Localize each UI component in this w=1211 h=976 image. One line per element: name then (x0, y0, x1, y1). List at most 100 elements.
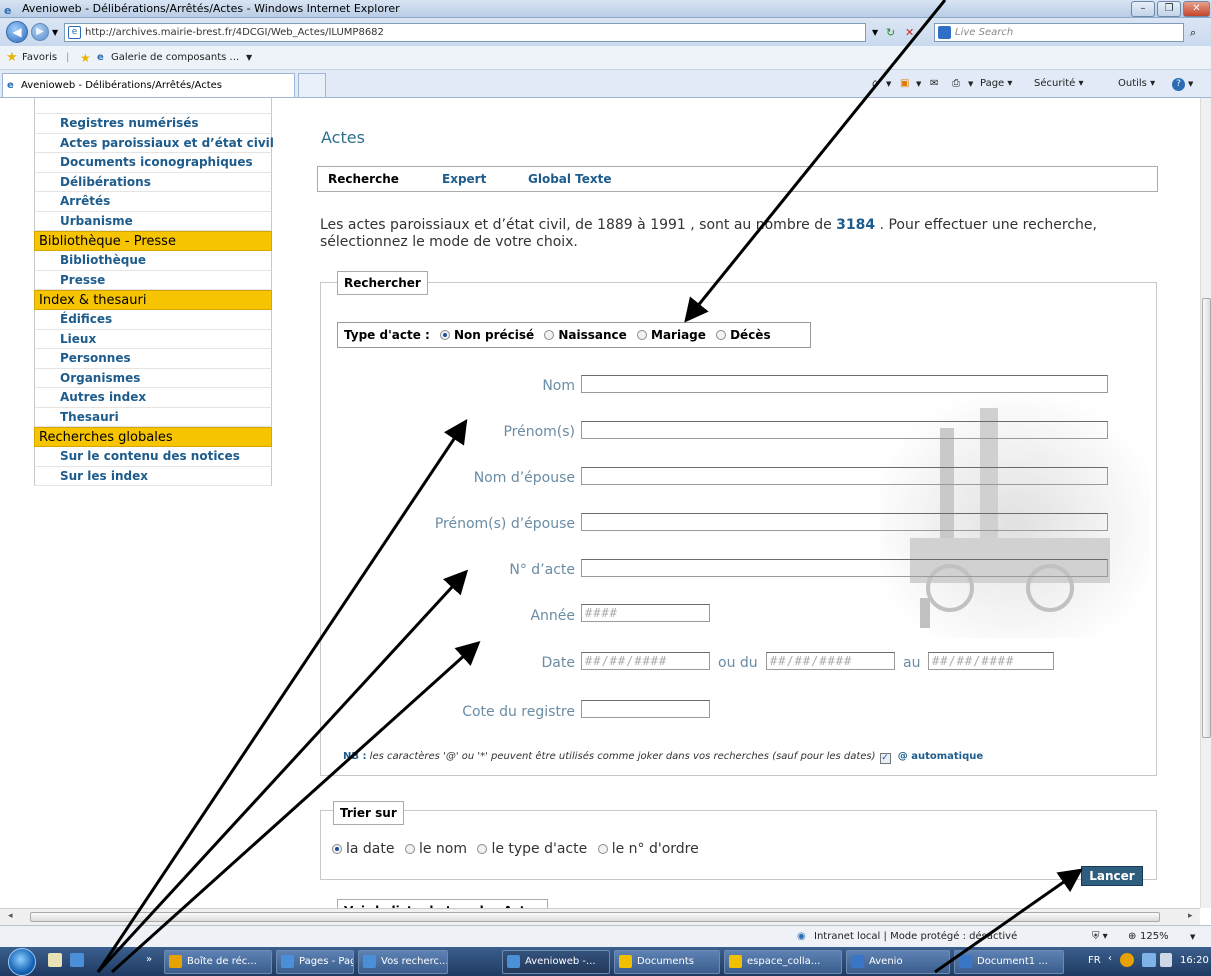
sort-nom-label[interactable]: le nom (419, 841, 467, 857)
close-button[interactable]: ✕ (1183, 1, 1210, 17)
page-menu[interactable]: Page ▾ (980, 70, 1012, 98)
nom-epouse-input[interactable] (581, 467, 1108, 485)
auto-label[interactable]: @ automatique (898, 751, 983, 762)
sidebar-item-index-5[interactable]: Thesauri (34, 407, 272, 427)
start-button[interactable] (8, 948, 36, 976)
minimize-button[interactable]: – (1131, 1, 1155, 17)
tray-messenger-icon[interactable] (1120, 953, 1134, 967)
feeds-icon[interactable]: ▣ (900, 70, 909, 98)
sidebar-item-index-4[interactable]: Autres index (34, 388, 272, 408)
radio-naissance-label[interactable]: Naissance (558, 328, 626, 342)
maximize-button[interactable]: ❐ (1157, 1, 1181, 17)
sidebar-item-index-3[interactable]: Organismes (34, 368, 272, 388)
taskbar-task-5[interactable]: espace_colla... (724, 950, 842, 974)
forward-button[interactable]: ▶ (31, 23, 49, 41)
annee-input[interactable]: #### (581, 604, 710, 622)
lancer-button[interactable]: Lancer (1081, 866, 1143, 886)
gallery-dropdown-icon[interactable]: ▼ (246, 46, 252, 70)
tools-menu[interactable]: Outils ▾ (1118, 70, 1155, 98)
sidebar-item-global-0[interactable]: Sur le contenu des notices (34, 447, 272, 467)
tab-recherche[interactable]: Recherche (328, 167, 399, 191)
refresh-icon[interactable]: ↻ (886, 24, 895, 41)
sidebar-item-cut[interactable] (34, 98, 272, 114)
sidebar-item-0[interactable]: Registres numérisés (34, 114, 272, 134)
radio-deces-label[interactable]: Décès (730, 328, 771, 342)
print-icon[interactable]: ⎙ (952, 70, 960, 98)
radio-mariage-label[interactable]: Mariage (651, 328, 706, 342)
scroll-right-icon[interactable]: ▸ (1188, 911, 1193, 921)
prenom-input[interactable] (581, 421, 1108, 439)
list-legend[interactable]: Voir la liste de tous les Actes (337, 899, 548, 908)
nom-input[interactable] (581, 375, 1108, 393)
sidebar-heading-bibliotheque[interactable]: Bibliothèque - Presse (34, 231, 272, 251)
sidebar-item-1[interactable]: Actes paroissiaux et d’état civil (34, 133, 274, 153)
sidebar-item-biblio-1[interactable]: Presse (34, 270, 272, 290)
home-icon[interactable]: ⌂ (872, 70, 878, 98)
sort-radio-ordre[interactable] (597, 844, 608, 854)
radio-non-precise[interactable] (440, 330, 451, 340)
sort-radio-nom[interactable] (404, 844, 415, 854)
gallery-link[interactable]: Galerie de composants ... (111, 46, 239, 70)
add-favorite-icon[interactable]: ★ (80, 46, 91, 70)
print-dropdown-icon[interactable]: ▼ (968, 70, 973, 98)
language-indicator[interactable]: FR (1088, 955, 1101, 966)
tab-global-texte[interactable]: Global Texte (528, 167, 612, 191)
favorites-label[interactable]: Favoris (22, 46, 57, 70)
sidebar-item-global-1[interactable]: Sur les index (34, 466, 272, 486)
quicklaunch-ie-icon[interactable] (70, 953, 84, 967)
help-dropdown-icon[interactable]: ▼ (1188, 70, 1193, 98)
taskbar-task-3[interactable]: Avenioweb -... (502, 950, 610, 974)
cote-input[interactable] (581, 700, 710, 718)
horizontal-scroll-thumb[interactable] (30, 912, 1160, 922)
sidebar-item-index-1[interactable]: Lieux (34, 329, 272, 349)
num-acte-input[interactable] (581, 559, 1108, 577)
date-from-input[interactable]: ##/##/#### (766, 652, 895, 670)
tray-volume-icon[interactable] (1160, 953, 1172, 967)
url-field[interactable]: e http://archives.mairie-brest.fr/4DCGI/… (64, 23, 866, 42)
sidebar-item-5[interactable]: Urbanisme (34, 211, 272, 231)
mail-icon[interactable]: ✉ (930, 70, 938, 98)
taskbar-task-0[interactable]: Boîte de réc... (164, 950, 272, 974)
stop-icon[interactable]: ✕ (905, 24, 914, 41)
sidebar-heading-index[interactable]: Index & thesauri (34, 290, 272, 310)
sidebar-heading-recherches[interactable]: Recherches globales (34, 427, 272, 447)
security-status-icon[interactable]: ⛨ ▾ (1092, 926, 1108, 948)
taskbar-task-4[interactable]: Documents (614, 950, 720, 974)
help-icon[interactable]: ? (1172, 78, 1185, 91)
date-input[interactable]: ##/##/#### (581, 652, 710, 670)
back-button[interactable]: ◀ (6, 21, 28, 43)
sort-date-label[interactable]: la date (346, 841, 395, 857)
security-menu[interactable]: Sécurité ▾ (1034, 70, 1084, 98)
quicklaunch-desktop-icon[interactable] (48, 953, 62, 967)
sidebar-item-index-0[interactable]: Édifices (34, 310, 272, 330)
history-dropdown-icon[interactable]: ▼ (52, 24, 58, 41)
sidebar-item-3[interactable]: Délibérations (34, 172, 272, 192)
vertical-scrollbar[interactable] (1200, 98, 1211, 908)
sidebar-item-4[interactable]: Arrêtés (34, 192, 272, 212)
taskbar-task-7[interactable]: Document1 ... (954, 950, 1064, 974)
quicklaunch-more-icon[interactable]: » (146, 954, 152, 965)
sort-radio-type[interactable] (477, 844, 488, 854)
tray-network-icon[interactable] (1142, 953, 1156, 967)
radio-non-precise-label[interactable]: Non précisé (454, 328, 534, 342)
new-tab-button[interactable] (298, 73, 326, 97)
search-input[interactable]: Live Search (934, 23, 1184, 42)
sidebar-item-biblio-0[interactable]: Bibliothèque (34, 251, 272, 271)
taskbar-task-6[interactable]: Avenio (846, 950, 950, 974)
url-dropdown-icon[interactable]: ▼ (872, 24, 878, 41)
radio-deces[interactable] (716, 330, 727, 340)
taskbar-task-1[interactable]: Pages - Pag... (276, 950, 354, 974)
search-go-icon[interactable]: ⌕ (1190, 24, 1196, 41)
vertical-scroll-thumb[interactable] (1202, 298, 1211, 738)
tab-expert[interactable]: Expert (442, 167, 486, 191)
scroll-left-icon[interactable]: ◂ (8, 911, 13, 921)
browser-tab-active[interactable]: e Avenioweb - Délibérations/Arrêtés/Acte… (2, 73, 295, 97)
clock[interactable]: 16:20 (1180, 955, 1209, 966)
horizontal-scrollbar[interactable]: ◂ ▸ (0, 908, 1200, 925)
home-dropdown-icon[interactable]: ▼ (886, 70, 891, 98)
auto-checkbox[interactable]: ✓ (879, 753, 891, 764)
favorites-star-icon[interactable]: ★ (6, 46, 18, 70)
radio-mariage[interactable] (637, 330, 647, 340)
sort-type-label[interactable]: le type d'acte (491, 841, 587, 857)
radio-naissance[interactable] (544, 330, 555, 340)
